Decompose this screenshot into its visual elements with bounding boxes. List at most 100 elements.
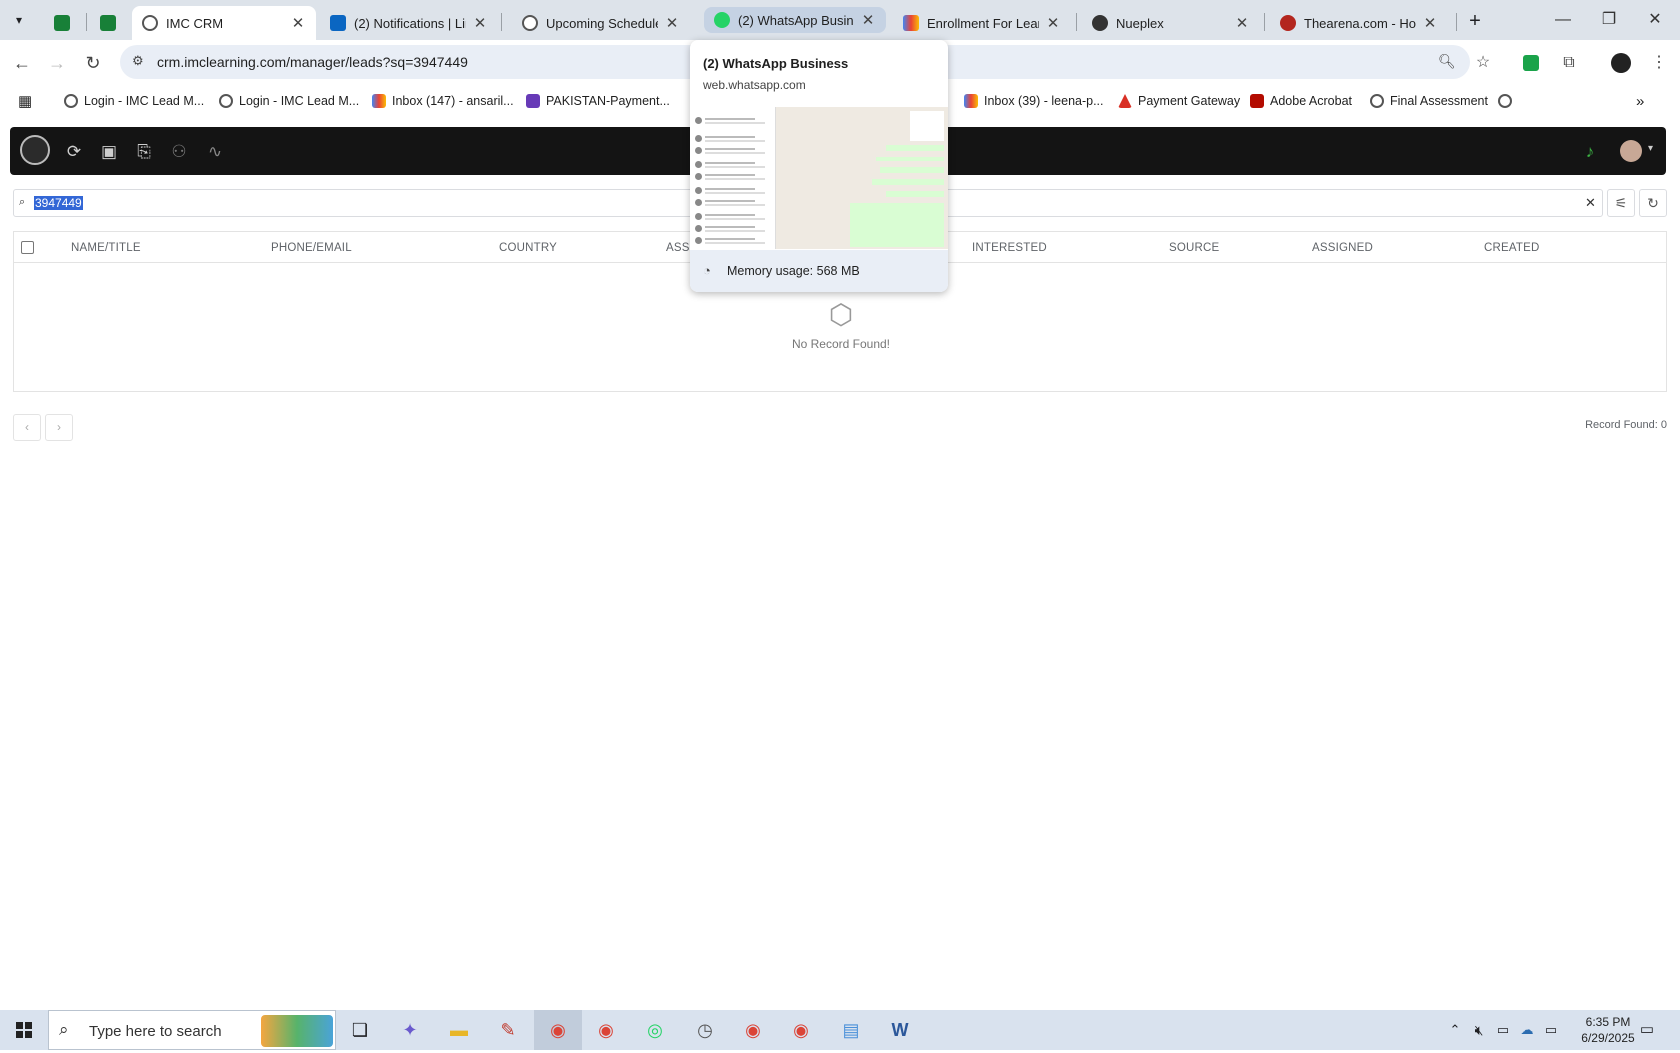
acrobat-icon [1250, 94, 1264, 108]
network-icon[interactable]: ▭ [1536, 1016, 1566, 1044]
chrome-icon-3[interactable]: ◉ [786, 1016, 816, 1044]
bookmark-item[interactable]: Inbox (147) - ansaril... [372, 90, 514, 112]
copilot-icon[interactable]: ✦ [395, 1016, 425, 1044]
bookmark-item[interactable]: Payment Gateway [1118, 90, 1240, 112]
calendar-icon[interactable]: ▣ [98, 141, 120, 163]
restore-button[interactable]: ❐ [1586, 6, 1632, 34]
close-icon[interactable]: ✕ [1045, 14, 1061, 32]
thearena-icon [1280, 15, 1296, 31]
tab-linkedin[interactable]: (2) Notifications | Linke ✕ [320, 6, 498, 40]
tab-whatsapp-business[interactable]: (2) WhatsApp Business ✕ [704, 7, 886, 33]
chevron-double-right-icon[interactable]: » [1636, 90, 1644, 112]
refresh-list-button[interactable]: ↻ [1639, 189, 1667, 217]
select-all-checkbox[interactable] [21, 241, 34, 254]
task-view-icon[interactable]: ❏ [345, 1016, 375, 1044]
bookmark-item[interactable]: Login - IMC Lead M... [219, 90, 359, 112]
tab-sheets-1[interactable] [44, 6, 84, 40]
bookmark-overflow[interactable] [1498, 90, 1518, 112]
column-phone-email[interactable]: PHONE/EMAIL [271, 242, 352, 254]
tab-enrollment-gmail[interactable]: Enrollment For Lean Si ✕ [893, 6, 1071, 40]
bookmark-item[interactable]: Inbox (39) - leena-p... [964, 90, 1104, 112]
column-assi[interactable]: ASSI [666, 242, 693, 254]
activity-icon[interactable]: ∿ [204, 141, 226, 163]
tab-sheets-2[interactable] [90, 6, 130, 40]
sheets-icon [100, 15, 116, 31]
close-icon[interactable]: ✕ [472, 14, 488, 32]
close-icon[interactable]: ✕ [860, 11, 876, 29]
site-info-icon[interactable]: ⚙ [132, 53, 144, 69]
file-explorer-icon[interactable]: ▬ [444, 1016, 474, 1044]
word-icon[interactable]: W [885, 1016, 915, 1044]
chrome-icon-2[interactable]: ◉ [738, 1016, 768, 1044]
user-avatar[interactable] [1620, 140, 1642, 162]
tab-thearena[interactable]: Thearena.com - Home ✕ [1270, 6, 1448, 40]
notification-bell-icon[interactable]: ♪ [1579, 141, 1601, 163]
next-page-button[interactable]: › [45, 414, 73, 441]
windows-taskbar: ⌕ Type here to search ❏ ✦ ▬ ✎ ◉ ◉ ◎ ◷ ◉ … [0, 1010, 1680, 1050]
zoom-icon[interactable]: 🔍︎ [1438, 53, 1456, 70]
record-count: Record Found: 0 [1585, 419, 1667, 431]
forward-button[interactable]: → [42, 48, 72, 78]
close-icon[interactable]: ✕ [290, 14, 306, 32]
imc-icon [142, 15, 158, 31]
user-icon[interactable]: ⚇ [168, 141, 190, 163]
import-icon[interactable]: ⎘ [133, 141, 155, 163]
chrome-profile-icon[interactable]: ◉ [591, 1016, 621, 1044]
nueplex-icon [1092, 15, 1108, 31]
tab-upcoming-schedules[interactable]: Upcoming Schedules | ✕ [512, 6, 690, 40]
sheets-icon [54, 15, 70, 31]
column-country[interactable]: COUNTRY [499, 242, 557, 254]
bookmark-label: Payment Gateway [1138, 94, 1241, 108]
apps-grid-icon[interactable]: ▦ [18, 90, 32, 112]
bookmark-star-icon[interactable]: ☆ [1470, 50, 1496, 76]
bookmark-label: Inbox (147) - ansaril... [392, 94, 514, 108]
tab-hover-card: (2) WhatsApp Business web.whatsapp.com ◔… [690, 40, 948, 292]
browser-menu-icon[interactable]: ⋮ [1646, 50, 1672, 76]
close-icon[interactable]: ✕ [664, 14, 680, 32]
chrome-icon[interactable]: ◉ [543, 1016, 573, 1044]
minimize-button[interactable]: — [1540, 6, 1586, 34]
whatsapp-app-icon[interactable]: ◎ [640, 1016, 670, 1044]
filter-settings-button[interactable]: ⚟ [1607, 189, 1635, 217]
hover-card-preview [690, 107, 948, 249]
taskbar-search-box[interactable]: ⌕ Type here to search [48, 1010, 336, 1050]
bookmark-label: Login - IMC Lead M... [239, 94, 360, 108]
tab-nueplex[interactable]: Nueplex ✕ [1082, 6, 1260, 40]
notepad-icon[interactable]: ▤ [836, 1016, 866, 1044]
bookmark-label: PAKISTAN-Payment... [546, 94, 670, 108]
forms-icon [526, 94, 540, 108]
notifications-icon[interactable]: ▭ [1632, 1016, 1662, 1044]
profile-avatar[interactable] [1608, 50, 1634, 76]
app-icon[interactable]: ✎ [493, 1016, 523, 1044]
gmail-icon [372, 94, 386, 108]
bookmark-item[interactable]: Adobe Acrobat [1250, 90, 1352, 112]
tab-search-button[interactable]: ▾ [8, 9, 30, 31]
column-assigned[interactable]: ASSIGNED [1312, 242, 1373, 254]
close-window-button[interactable]: ✕ [1632, 6, 1678, 34]
chevron-down-icon[interactable]: ▾ [1648, 143, 1653, 154]
bookmark-item[interactable]: PAKISTAN-Payment... [526, 90, 670, 112]
imc-logo[interactable] [20, 135, 50, 165]
back-button[interactable]: ← [7, 48, 37, 78]
close-icon[interactable]: ✕ [1234, 14, 1250, 32]
extensions-puzzle-icon[interactable]: ⧉ [1556, 50, 1582, 76]
bookmark-label: Inbox (39) - leena-p... [984, 94, 1104, 108]
close-icon[interactable]: ✕ [1422, 14, 1438, 32]
new-tab-button[interactable]: + [1462, 8, 1488, 34]
column-created[interactable]: CREATED [1484, 242, 1540, 254]
start-button[interactable] [0, 1010, 48, 1050]
reload-button[interactable]: ↻ [78, 48, 108, 78]
tab-imc-crm[interactable]: IMC CRM ✕ [132, 6, 316, 40]
clear-search-icon[interactable]: ✕ [1585, 195, 1596, 211]
clock-app-icon[interactable]: ◷ [690, 1016, 720, 1044]
column-source[interactable]: SOURCE [1169, 242, 1219, 254]
column-interested[interactable]: INTERESTED [972, 242, 1047, 254]
taskbar-search-placeholder: Type here to search [89, 1023, 222, 1040]
bookmark-item[interactable]: Login - IMC Lead M... [64, 90, 204, 112]
column-name-title[interactable]: NAME/TITLE [71, 242, 141, 254]
refresh-icon[interactable]: ⟳ [63, 141, 85, 163]
bookmark-item[interactable]: Final Assessment [1370, 90, 1488, 112]
extension-whatsapp-icon[interactable] [1518, 50, 1544, 76]
prev-page-button[interactable]: ‹ [13, 414, 41, 441]
imc-icon [522, 15, 538, 31]
